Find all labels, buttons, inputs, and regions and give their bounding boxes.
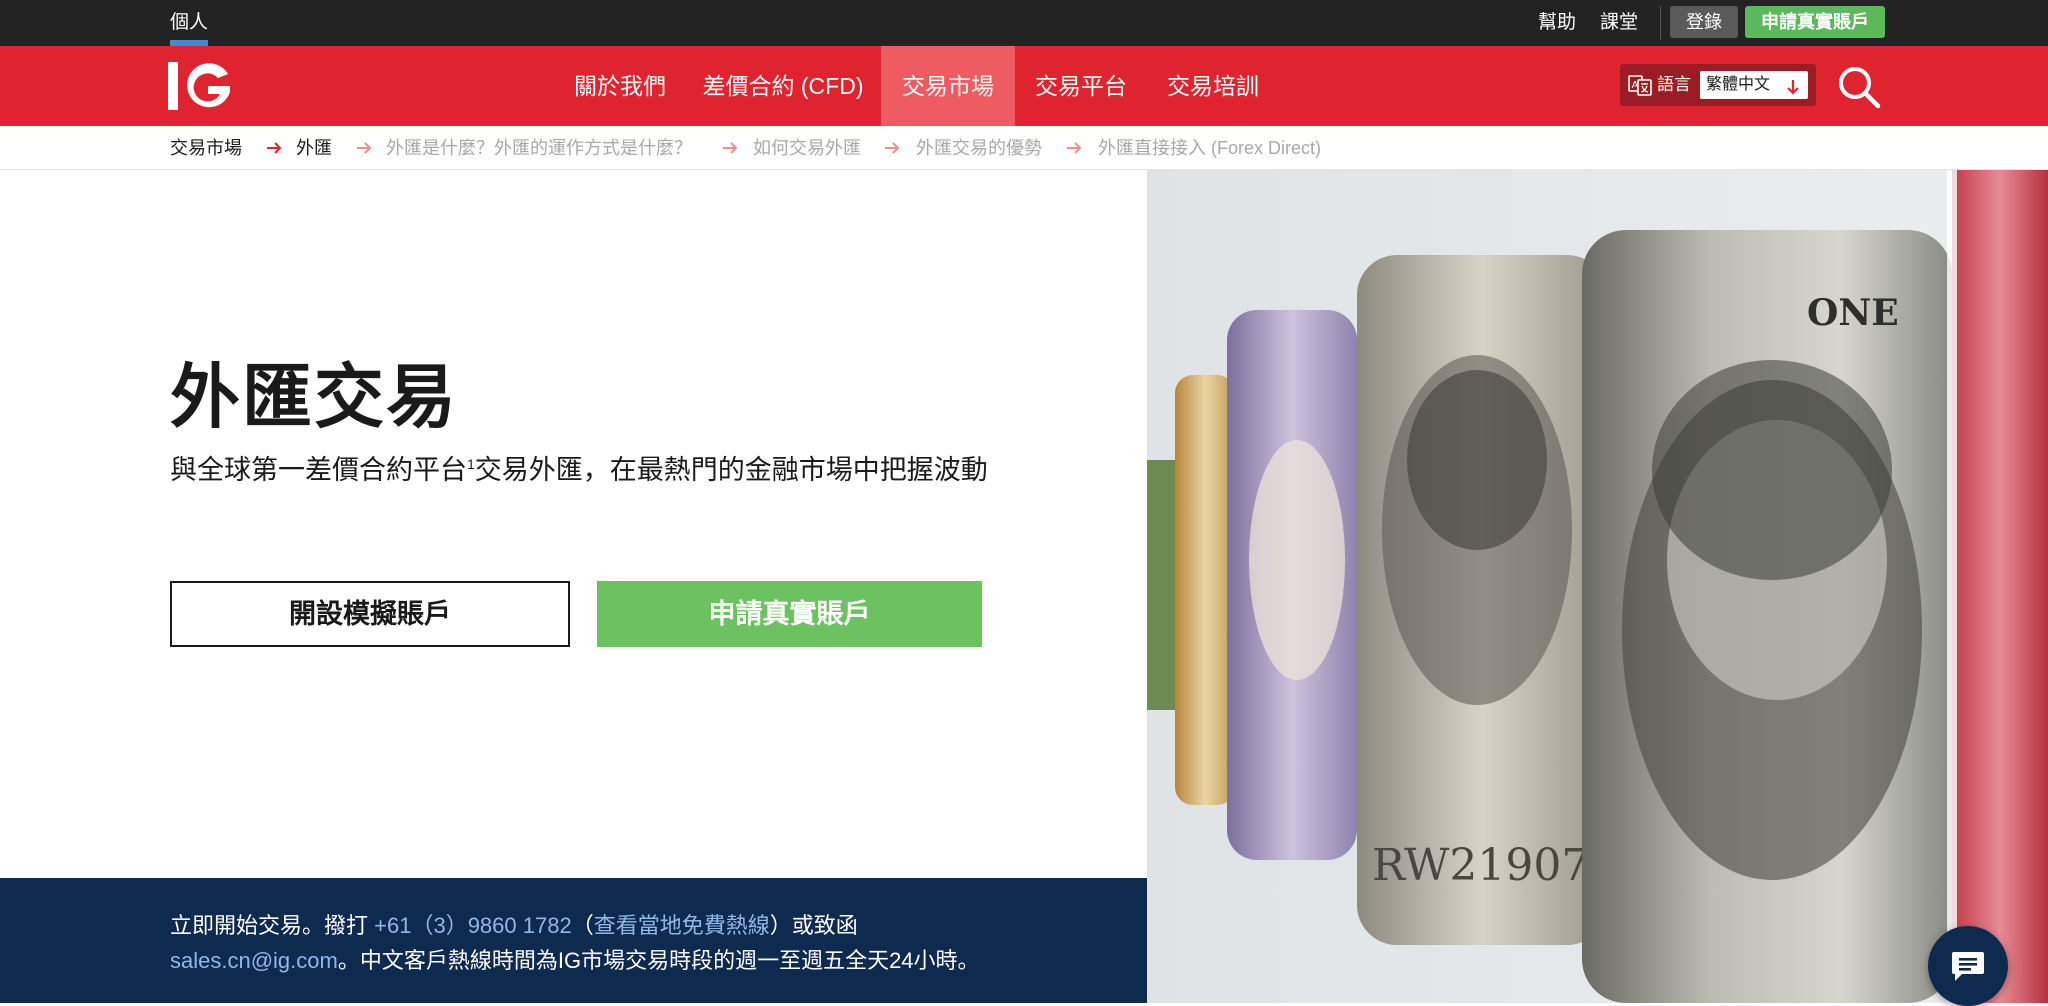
academy-link[interactable]: 課堂 bbox=[1600, 0, 1638, 46]
contact-line-2: sales.cn@ig.com。中文客戶熱線時間為IG市場交易時段的週一至週五全… bbox=[170, 948, 980, 973]
language-label: 語言 bbox=[1657, 75, 1691, 94]
hero-subtitle: 與全球第一差價合約平台1交易外匯，在最熱門的金融市場中把握波動 bbox=[170, 455, 988, 485]
contact-line-1: 立即開始交易。撥打 +61（3）9860 1782（查看當地免費熱線）或致函 bbox=[170, 913, 858, 938]
nav-platforms[interactable]: 交易平台 bbox=[1020, 46, 1142, 126]
footnote-marker[interactable]: 1 bbox=[467, 456, 475, 472]
phone-link[interactable]: +61（3）9860 1782 bbox=[374, 913, 572, 938]
translate-icon: A bbox=[1628, 73, 1652, 97]
arrow-right-icon bbox=[266, 141, 282, 155]
chat-icon bbox=[1952, 952, 1984, 981]
arrow-right-icon bbox=[1066, 141, 1082, 155]
arrow-right-icon bbox=[356, 141, 372, 155]
apply-live-account-button[interactable]: 申請真實賬戶 bbox=[597, 581, 982, 647]
breadcrumb-forex[interactable]: 外匯 bbox=[296, 126, 332, 170]
ig-logo[interactable] bbox=[168, 58, 234, 114]
breadcrumb: 交易市場 外匯 外匯是什麼？外匯的運作方式是什麼？ 如何交易外匯 外匯交易的優勢… bbox=[0, 126, 2048, 170]
language-dropdown[interactable]: 繁體中文 bbox=[1700, 71, 1808, 99]
banknote-text: ONE bbox=[1807, 292, 1899, 334]
utility-divider bbox=[1660, 6, 1661, 40]
nav-about-us[interactable]: 關於我們 bbox=[560, 46, 680, 126]
hero-section: 外匯交易 與全球第一差價合約平台1交易外匯，在最熱門的金融市場中把握波動 開設模… bbox=[0, 170, 1147, 878]
breadcrumb-what-is-forex[interactable]: 外匯是什麼？外匯的運作方式是什麼？ bbox=[386, 126, 692, 170]
arrow-right-icon bbox=[722, 141, 738, 155]
search-icon[interactable] bbox=[1836, 64, 1882, 110]
breadcrumb-advantages[interactable]: 外匯交易的優勢 bbox=[916, 126, 1042, 170]
main-navigation: 關於我們 差價合約 (CFD) 交易市場 交易平台 交易培訓 A 語言 繁體中文 bbox=[0, 46, 2048, 126]
page-title: 外匯交易 bbox=[170, 358, 458, 436]
contact-banner: 立即開始交易。撥打 +61（3）9860 1782（查看當地免費熱線）或致函 s… bbox=[0, 878, 1147, 1003]
apply-live-account-button-top[interactable]: 申請真實賬戶 bbox=[1745, 6, 1885, 38]
open-demo-account-button[interactable]: 開設模擬賬戶 bbox=[170, 581, 570, 647]
breadcrumb-how-to-trade[interactable]: 如何交易外匯 bbox=[753, 126, 861, 170]
local-hotline-link[interactable]: 查看當地免費熱線 bbox=[594, 913, 770, 938]
email-link[interactable]: sales.cn@ig.com bbox=[170, 948, 338, 973]
language-value: 繁體中文 bbox=[1706, 76, 1771, 93]
help-link[interactable]: 幫助 bbox=[1538, 0, 1576, 46]
chat-button[interactable] bbox=[1928, 926, 2008, 1006]
hero-banknotes-image: RW219078V ONE bbox=[1147, 170, 2048, 1003]
breadcrumb-markets[interactable]: 交易市場 bbox=[170, 126, 242, 170]
arrow-down-icon bbox=[1786, 77, 1800, 95]
language-selector[interactable]: A 語言 繁體中文 bbox=[1620, 64, 1816, 106]
login-button[interactable]: 登錄 bbox=[1670, 6, 1738, 38]
nav-cfd[interactable]: 差價合約 (CFD) bbox=[696, 46, 870, 126]
arrow-right-icon bbox=[884, 141, 900, 155]
utility-bar: 個人 幫助 課堂 登錄 申請真實賬戶 bbox=[0, 0, 2048, 46]
nav-education[interactable]: 交易培訓 bbox=[1152, 46, 1274, 126]
nav-markets[interactable]: 交易市場 bbox=[881, 46, 1015, 126]
breadcrumb-forex-direct[interactable]: 外匯直接接入 (Forex Direct) bbox=[1098, 126, 1321, 170]
